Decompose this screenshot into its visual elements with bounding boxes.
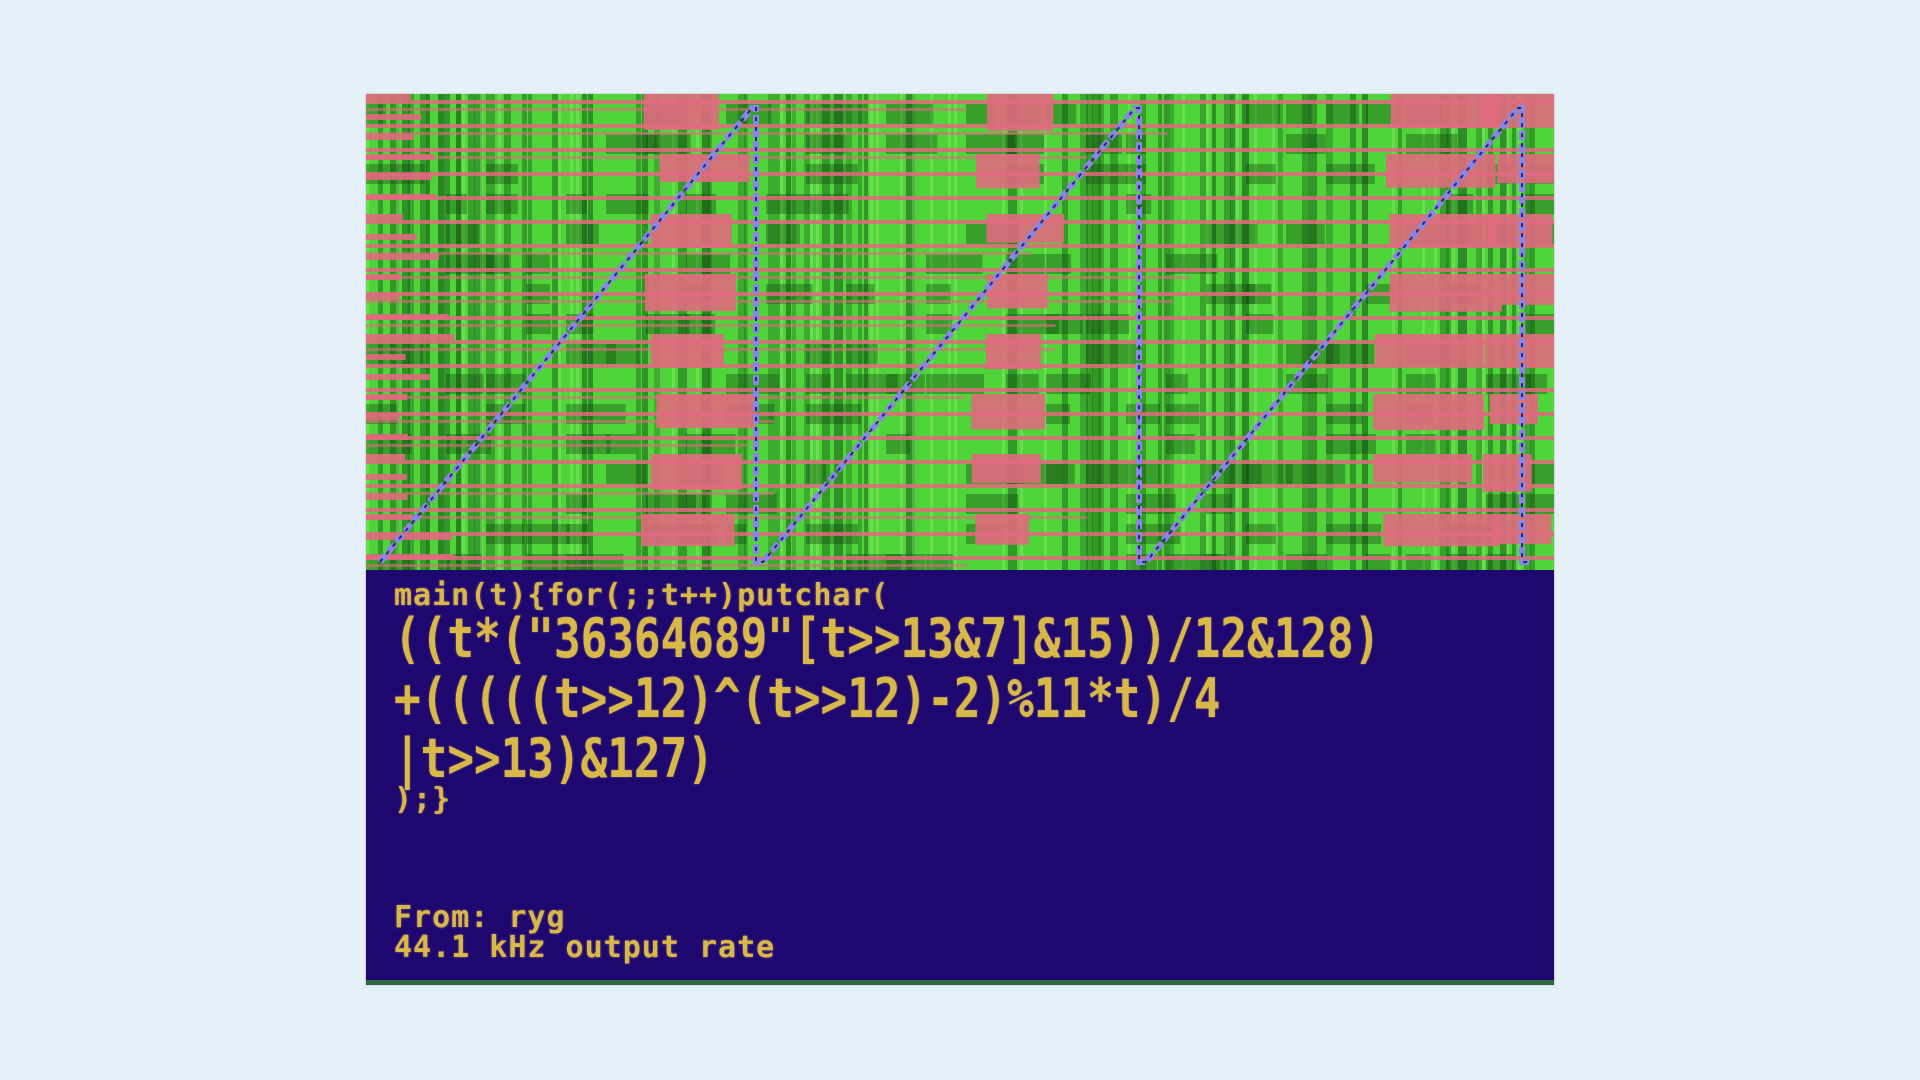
output-rate: 44.1 kHz output rate [394, 930, 776, 965]
code-line-3: +(((((t>>12)^(t>>12)-2)%11*t)/4 [394, 667, 1221, 730]
screen-bottom-border [366, 980, 1554, 985]
code-panel: main(t){for(;;t++)putchar( ((t*("3636468… [366, 570, 1554, 985]
waveform-visualization [366, 94, 1554, 570]
demo-screen: main(t){for(;;t++)putchar( ((t*("3636468… [366, 94, 1554, 985]
code-line-4: |t>>13)&127) [394, 727, 714, 790]
code-line-5: );} [394, 782, 452, 817]
code-line-2: ((t*("36364689"[t>>13&7]&15))/12&128) [394, 607, 1381, 670]
